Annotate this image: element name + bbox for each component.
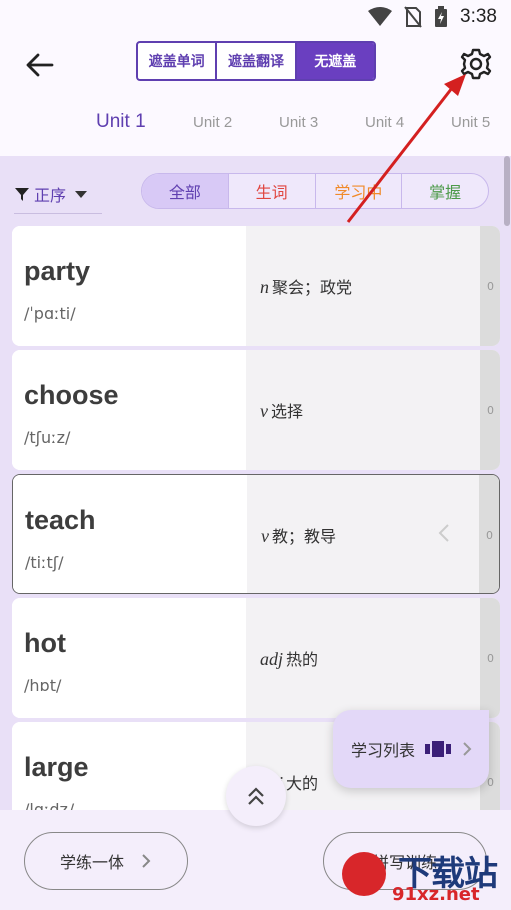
word-text: party [24,256,91,286]
tab-unit-3[interactable]: Unit 3 [279,104,318,140]
meaning-value: 大的 [286,774,319,793]
card-swipe-strip: 0 [479,475,499,593]
filter-all[interactable]: 全部 [142,174,228,208]
settings-button[interactable] [458,46,494,82]
filter-learning[interactable]: 学习中 [314,174,402,208]
chevron-right-icon [142,854,151,868]
card-swipe-strip: 0 [480,226,500,346]
word-card[interactable]: choose /tʃuːz/ v 选择 0 [12,350,500,470]
meaning-text: v 教；教导 [261,523,336,547]
status-bar: 3:38 [0,0,511,36]
phonetic-text: /tʃuːz/ [24,428,71,447]
meaning-text: adj 热的 [260,646,318,670]
no-sim-icon [404,6,422,28]
meaning-value: 聚会；政党 [272,278,353,297]
word-text: large [24,752,89,782]
sort-dropdown[interactable]: 正序 [14,174,102,214]
watermark-url: 91xz.net [392,884,480,905]
word-side: hot /hɒt/ [12,598,246,718]
unit-tabs: Unit 1 Unit 2 Unit 3 Unit 4 Unit 5 [0,104,511,140]
tab-unit-5[interactable]: Unit 5 [451,104,490,140]
word-text: hot [24,628,66,658]
phonetic-text: /hɒt/ [24,676,62,695]
meaning-side: v 教；教导 [247,475,481,593]
review-count: 0 [487,652,494,665]
filter-icon [15,187,29,201]
word-text: teach [25,505,96,535]
scrollbar[interactable] [504,156,510,226]
meaning-side: adj 热的 [246,598,480,718]
battery-charging-icon [435,6,448,27]
phonetic-text: /ˈpɑːti/ [24,304,76,323]
meaning-value: 教；教导 [272,527,337,546]
scroll-to-top-button[interactable] [226,766,286,826]
practice-label: 学练一体 [59,853,124,872]
word-side: teach /tiːtʃ/ [13,475,247,593]
watermark-logo [342,852,386,896]
meaning-text: n 聚会；政党 [260,274,352,298]
study-list-button[interactable]: 学习列表 [333,710,489,788]
meaning-text: v 选择 [260,398,303,422]
phonetic-text: /tiːtʃ/ [25,553,64,572]
review-count: 0 [487,404,494,417]
phonetic-text: /lɑːdʒ/ [24,800,75,810]
review-count: 0 [486,529,493,542]
meaning-side: n 聚会；政党 [246,226,480,346]
filter-new[interactable]: 生词 [227,174,315,208]
practice-button[interactable]: 学练一体 [24,832,188,890]
status-icons: 3:38 [368,6,497,28]
part-of-speech: n [260,277,269,297]
double-chevron-up-icon [248,787,264,805]
dropdown-caret-icon [75,190,88,198]
meaning-value: 选择 [271,402,304,421]
part-of-speech: adj [260,649,284,669]
study-list-label: 学习列表 [351,741,416,760]
word-side: choose /tʃuːz/ [12,350,246,470]
part-of-speech: v [260,401,268,421]
tab-unit-1[interactable]: Unit 1 [96,104,146,140]
cover-word-option[interactable]: 遮盖单词 [138,43,215,79]
wifi-icon [368,7,393,26]
sort-label: 正序 [34,185,67,205]
filter-mastered[interactable]: 掌握 [401,174,488,208]
meaning-value: 热的 [286,650,319,669]
gear-icon [460,48,492,80]
word-side: party /ˈpɑːti/ [12,226,246,346]
word-text: choose [24,380,119,410]
chevron-left-icon[interactable] [437,523,451,543]
chevron-right-icon [463,742,472,756]
cover-translation-option[interactable]: 遮盖翻译 [215,43,294,79]
status-time: 3:38 [460,6,497,27]
status-filter: 全部 生词 学习中 掌握 [141,173,489,209]
meaning-side: v 选择 [246,350,480,470]
no-cover-option[interactable]: 无遮盖 [294,43,374,79]
part-of-speech: v [261,526,269,546]
cards-icon [425,741,452,757]
word-card[interactable]: party /ˈpɑːti/ n 聚会；政党 0 [12,226,500,346]
tab-unit-4[interactable]: Unit 4 [365,104,404,140]
tab-unit-2[interactable]: Unit 2 [193,104,232,140]
header: 遮盖单词 遮盖翻译 无遮盖 Unit 1 Unit 2 Unit 3 Unit … [0,36,511,156]
word-card[interactable]: hot /hɒt/ adj 热的 0 [12,598,500,718]
cover-mode-selector: 遮盖单词 遮盖翻译 无遮盖 [136,41,376,81]
review-count: 0 [487,280,494,293]
back-arrow-icon [26,53,54,77]
card-swipe-strip: 0 [480,598,500,718]
review-count: 0 [487,776,494,789]
word-card-selected[interactable]: teach /tiːtʃ/ v 教；教导 0 [12,474,500,594]
word-side: large /lɑːdʒ/ [12,722,246,810]
back-button[interactable] [22,48,56,82]
card-swipe-strip: 0 [480,350,500,470]
